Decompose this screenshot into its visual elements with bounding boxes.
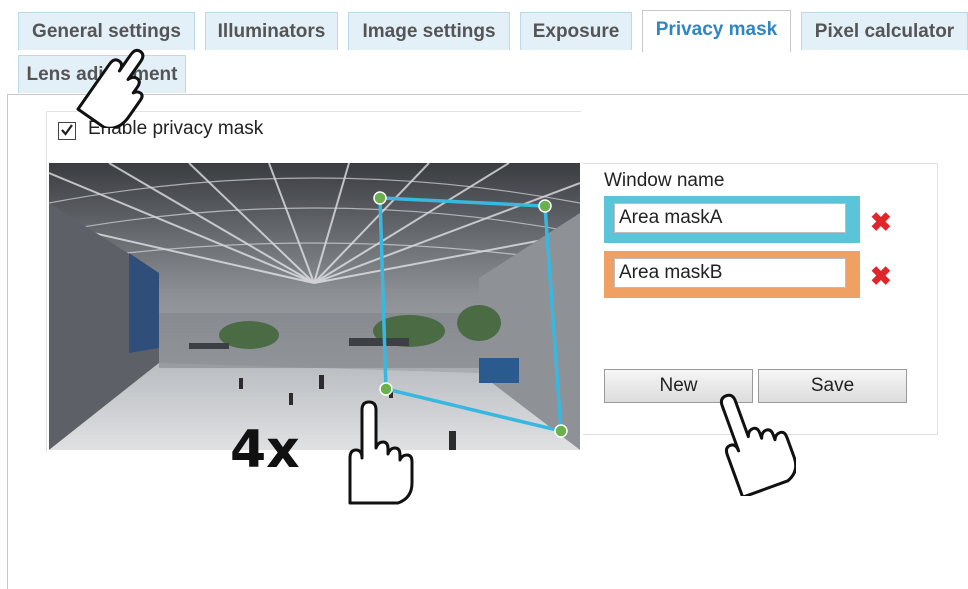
mask-window-b-name-input[interactable] (614, 258, 846, 288)
video-preview[interactable] (49, 163, 580, 450)
mask-window-a (604, 196, 860, 243)
tab-illuminators[interactable]: Illuminators (205, 12, 338, 50)
tab-pixel-calculator[interactable]: Pixel calculator (801, 12, 968, 50)
zoom-annotation: 4x (230, 420, 300, 480)
tab-exposure[interactable]: Exposure (520, 12, 632, 50)
tab-privacy-mask[interactable]: Privacy mask (642, 10, 791, 52)
mask-handle-top-right[interactable] (538, 199, 552, 213)
airport-hall-image (49, 163, 580, 450)
tab-image-settings[interactable]: Image settings (348, 12, 510, 50)
delete-mask-b-icon[interactable]: ✖ (870, 263, 892, 289)
pointing-hand-icon (76, 48, 145, 128)
pointing-hand-icon (719, 393, 796, 496)
mask-handle-bottom-right[interactable] (554, 424, 568, 438)
mask-window-b (604, 251, 860, 298)
delete-mask-a-icon[interactable]: ✖ (870, 209, 892, 235)
mask-handle-bottom-left[interactable] (379, 382, 393, 396)
mask-window-a-name-input[interactable] (614, 203, 846, 233)
window-name-label: Window name (604, 170, 725, 191)
mask-handle-top-left[interactable] (373, 191, 387, 205)
pointing-hand-icon (348, 400, 414, 505)
